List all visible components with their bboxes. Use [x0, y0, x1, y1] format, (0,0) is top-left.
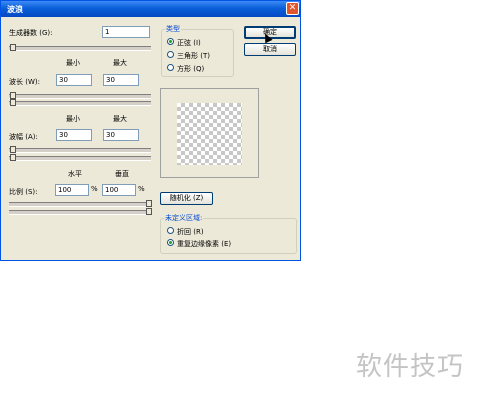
wavelength-min-slider-thumb[interactable]	[10, 92, 16, 99]
scale-vertical-header: 垂直	[115, 170, 129, 178]
cancel-button[interactable]: 取消	[244, 43, 296, 56]
wavelength-min-header: 最小	[66, 59, 80, 67]
radio-repeat-edge[interactable]	[167, 239, 174, 246]
scale-horizontal-slider-thumb[interactable]	[146, 200, 152, 207]
amplitude-min-slider-thumb[interactable]	[10, 146, 16, 153]
wavelength-min-input[interactable]: 30	[56, 74, 92, 86]
randomize-button[interactable]: 随机化 (Z)	[160, 192, 213, 205]
dialog-title: 波浪	[7, 5, 23, 14]
scale-horizontal-header: 水平	[68, 170, 82, 178]
amplitude-max-slider-thumb[interactable]	[10, 154, 16, 161]
undefined-area-label: 未定义区域:	[164, 213, 204, 223]
amplitude-max-slider-track[interactable]	[9, 156, 151, 161]
generators-slider-track[interactable]	[9, 46, 151, 51]
close-icon[interactable]: ✕	[286, 2, 299, 15]
wavelength-max-input[interactable]: 30	[103, 74, 139, 86]
radio-wrap-around-label[interactable]: 折回 (R)	[177, 227, 204, 237]
scale-vertical-input[interactable]: 100	[102, 184, 136, 196]
radio-square-label[interactable]: 方形 (Q)	[177, 64, 204, 74]
radio-sine-label[interactable]: 正弦 (I)	[177, 38, 201, 48]
title-bar[interactable]: 波浪 ✕	[1, 1, 300, 17]
generators-label: 生成器数 (G):	[9, 29, 53, 37]
amplitude-label: 波幅 (A):	[9, 133, 38, 141]
scale-label: 比例 (S):	[9, 188, 38, 196]
scale-vertical-unit: %	[138, 185, 145, 193]
wavelength-min-slider-track[interactable]	[9, 94, 151, 99]
scale-vertical-slider-track[interactable]	[9, 210, 151, 215]
radio-triangle-label[interactable]: 三角形 (T)	[177, 51, 210, 61]
scale-horizontal-input[interactable]: 100	[55, 184, 89, 196]
amplitude-max-input[interactable]: 30	[103, 129, 139, 141]
radio-wrap-around[interactable]	[167, 227, 174, 234]
wavelength-label: 波长 (W):	[9, 78, 40, 86]
watermark-text: 软件技巧	[356, 352, 465, 382]
radio-triangle[interactable]	[167, 51, 174, 58]
wavelength-max-slider-track[interactable]	[9, 101, 151, 106]
scale-vertical-slider-thumb[interactable]	[146, 208, 152, 215]
wavelength-max-header: 最大	[113, 59, 127, 67]
amplitude-max-header: 最大	[113, 115, 127, 123]
amplitude-min-slider-track[interactable]	[9, 148, 151, 153]
wavelength-max-slider-thumb[interactable]	[10, 99, 16, 106]
scale-horizontal-slider-track[interactable]	[9, 202, 151, 207]
type-group-label: 类型	[165, 24, 181, 34]
radio-sine[interactable]	[167, 38, 174, 45]
generators-input[interactable]: 1	[102, 26, 150, 38]
amplitude-min-header: 最小	[66, 115, 80, 123]
scale-horizontal-unit: %	[91, 185, 98, 193]
amplitude-min-input[interactable]: 30	[56, 129, 92, 141]
preview-pane	[160, 88, 259, 178]
radio-repeat-edge-label[interactable]: 重复边缘像素 (E)	[177, 239, 231, 249]
generators-slider-thumb[interactable]	[10, 44, 16, 51]
transparency-checker	[177, 103, 242, 165]
wave-dialog: 波浪 ✕ 生成器数 (G): 1 最小 最大 波长 (W): 30 30 最小 …	[0, 0, 301, 261]
radio-square[interactable]	[167, 64, 174, 71]
